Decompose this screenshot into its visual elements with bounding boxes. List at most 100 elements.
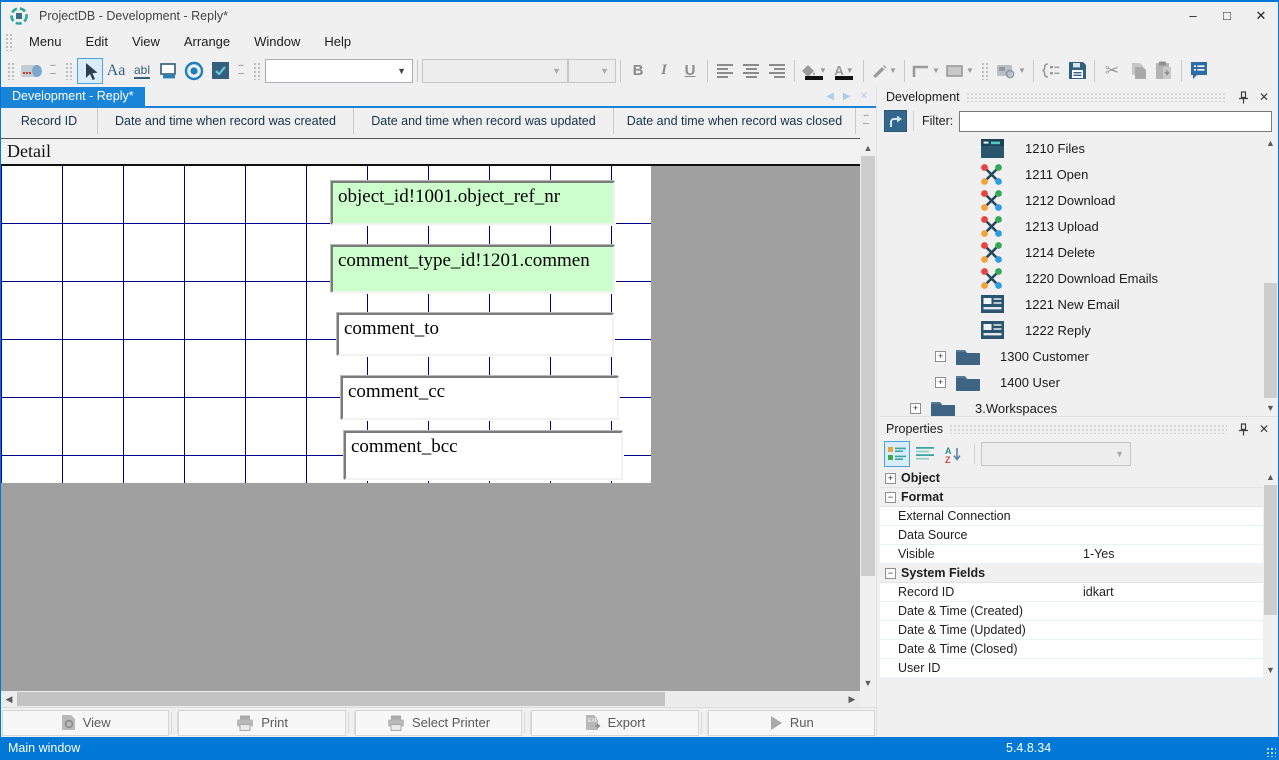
properties-pin-icon[interactable] [1233,423,1254,436]
print-button[interactable]: Print [178,710,345,736]
tools-overflow-icon[interactable]: ˇˇ─ [235,66,247,76]
copy-icon[interactable] [1125,58,1151,84]
button-tool[interactable] [155,58,181,84]
tab-development-reply[interactable]: Development - Reply* [1,87,145,106]
maximize-button[interactable]: □ [1210,2,1244,29]
design-field[interactable]: comment_type_id!1201.commen [331,245,615,293]
collapse-icon[interactable]: − [885,568,896,579]
tree-item-1300-customer[interactable]: +1300 Customer [880,343,1263,369]
resize-grip[interactable] [1266,747,1276,757]
menu-window[interactable]: Window [242,29,312,54]
design-field[interactable]: comment_cc [341,376,619,420]
property-row-date-time-updated-[interactable]: Date & Time (Updated) [880,621,1263,640]
shape-style-button[interactable]: ▼ [943,58,977,84]
property-value[interactable]: 1-Yes [1083,547,1115,561]
pen-style-button[interactable]: ▼ [868,58,900,84]
tree-item-1214-delete[interactable]: 1214 Delete [880,239,1263,265]
property-row-data-source[interactable]: Data Source [880,526,1263,545]
pointer-tool[interactable] [77,58,103,84]
font-color-button[interactable]: A ▼ [829,58,859,84]
record-column-header[interactable]: Date and time when record was created [98,108,354,134]
menu-view[interactable]: View [120,29,172,54]
property-filter-combobox[interactable]: ▼ [981,442,1131,466]
menu-menu[interactable]: Menu [17,29,74,54]
menubar-grip[interactable] [5,33,13,51]
collapse-icon[interactable]: − [885,492,896,503]
canvas-vscroll-thumb[interactable] [861,156,875,576]
property-row-visible[interactable]: Visible1-Yes [880,545,1263,564]
font-name-combobox[interactable]: ▼ [265,59,413,83]
tree-item-1400-user[interactable]: +1400 User [880,369,1263,395]
scroll-left-icon[interactable]: ◀ [1,691,17,707]
scroll-down-icon[interactable]: ▼ [860,675,876,691]
canvas-horizontal-scrollbar[interactable]: ◀ ▶ [1,691,860,707]
tree-item-1221-new-email[interactable]: 1221 New Email [880,291,1263,317]
props-scroll-down-icon[interactable]: ▼ [1263,662,1278,678]
paste-icon[interactable] [1151,58,1177,84]
minimize-button[interactable]: – [1176,2,1210,29]
property-row-user-id[interactable]: User ID [880,659,1263,678]
goto-object-button[interactable] [884,110,907,132]
property-row-system-fields[interactable]: −System Fields [880,564,1263,583]
property-row-object[interactable]: +Object [880,469,1263,488]
props-scroll-thumb[interactable] [1264,485,1277,615]
scroll-up-icon[interactable]: ▲ [860,140,876,156]
tab-scroll-right-icon[interactable]: ▶ [843,87,851,106]
design-field[interactable]: comment_to [337,313,614,356]
label-tool[interactable]: Aa [103,58,129,84]
tab-close-icon[interactable]: ✕ [860,87,868,106]
tree-item-1212-download[interactable]: 1212 Download [880,187,1263,213]
tree-scroll-down-icon[interactable]: ▼ [1263,400,1278,416]
toolbar-grip-4[interactable] [981,62,989,80]
tree-scroll-thumb[interactable] [1264,283,1277,398]
tree-item-1220-download-emails[interactable]: 1220 Download Emails [880,265,1263,291]
align-right-icon[interactable] [764,58,790,84]
image-preview-button[interactable]: ▼ [993,58,1029,84]
design-field[interactable]: object_id!1001.object_ref_nr [331,181,615,225]
record-column-header[interactable]: Date and time when record was closed [614,108,856,134]
bold-button[interactable]: B [625,58,651,84]
props-scroll-up-icon[interactable]: ▲ [1263,469,1278,485]
textbox-tool[interactable]: abl [129,58,155,84]
italic-button[interactable]: I [651,58,677,84]
alphabetical-view-button[interactable] [912,441,938,467]
canvas-hscroll-thumb[interactable] [17,692,665,706]
save-button[interactable] [1064,58,1090,84]
tree-item-3-workspaces[interactable]: +3.Workspaces [880,395,1263,416]
checkbox-tool[interactable] [207,58,233,84]
form-design-canvas[interactable]: Detail object_id!1001.object_ref_nrcomme… [1,138,860,691]
filter-input[interactable] [959,111,1272,132]
run-button[interactable]: Run [708,710,875,736]
canvas-vertical-scrollbar[interactable]: ▲ ▼ [860,138,876,691]
menu-help[interactable]: Help [312,29,363,54]
property-row-external-connection[interactable]: External Connection [880,507,1263,526]
select-printer-button[interactable]: Select Printer [355,710,522,736]
expand-icon[interactable]: + [935,377,946,388]
menu-edit[interactable]: Edit [74,29,120,54]
record-column-header[interactable]: Date and time when record was updated [354,108,614,134]
toolbar-grip-2[interactable] [65,62,73,80]
property-value[interactable]: idkart [1083,585,1114,599]
toolbar-grip-1[interactable] [7,62,15,80]
font-style-combobox[interactable]: ▼ [422,59,568,83]
detail-band-header[interactable]: Detail [1,138,860,166]
categorized-view-button[interactable] [884,441,910,467]
view-button[interactable]: View [2,710,169,736]
record-column-header[interactable]: Record ID [1,108,98,134]
tab-scroll-left-icon[interactable]: ◀ [826,87,834,106]
toolbar-overflow-icon[interactable]: ˇˇ─ [47,66,59,76]
tree-item-1211-open[interactable]: 1211 Open [880,161,1263,187]
development-panel-close-icon[interactable]: ✕ [1254,90,1274,104]
field-list-button[interactable] [1038,58,1064,84]
property-row-record-id[interactable]: Record IDidkart [880,583,1263,602]
export-button[interactable]: EXPExport [531,710,698,736]
insert-image-button[interactable] [19,58,45,84]
comment-icon[interactable] [1186,58,1212,84]
tree-scroll-up-icon[interactable]: ▲ [1263,135,1278,151]
tree-item-1213-upload[interactable]: 1213 Upload [880,213,1263,239]
properties-panel-close-icon[interactable]: ✕ [1254,422,1274,436]
sort-az-button[interactable]: AZ [940,441,966,467]
expand-icon[interactable]: + [885,473,896,484]
expand-icon[interactable]: + [935,351,946,362]
align-left-icon[interactable] [712,58,738,84]
